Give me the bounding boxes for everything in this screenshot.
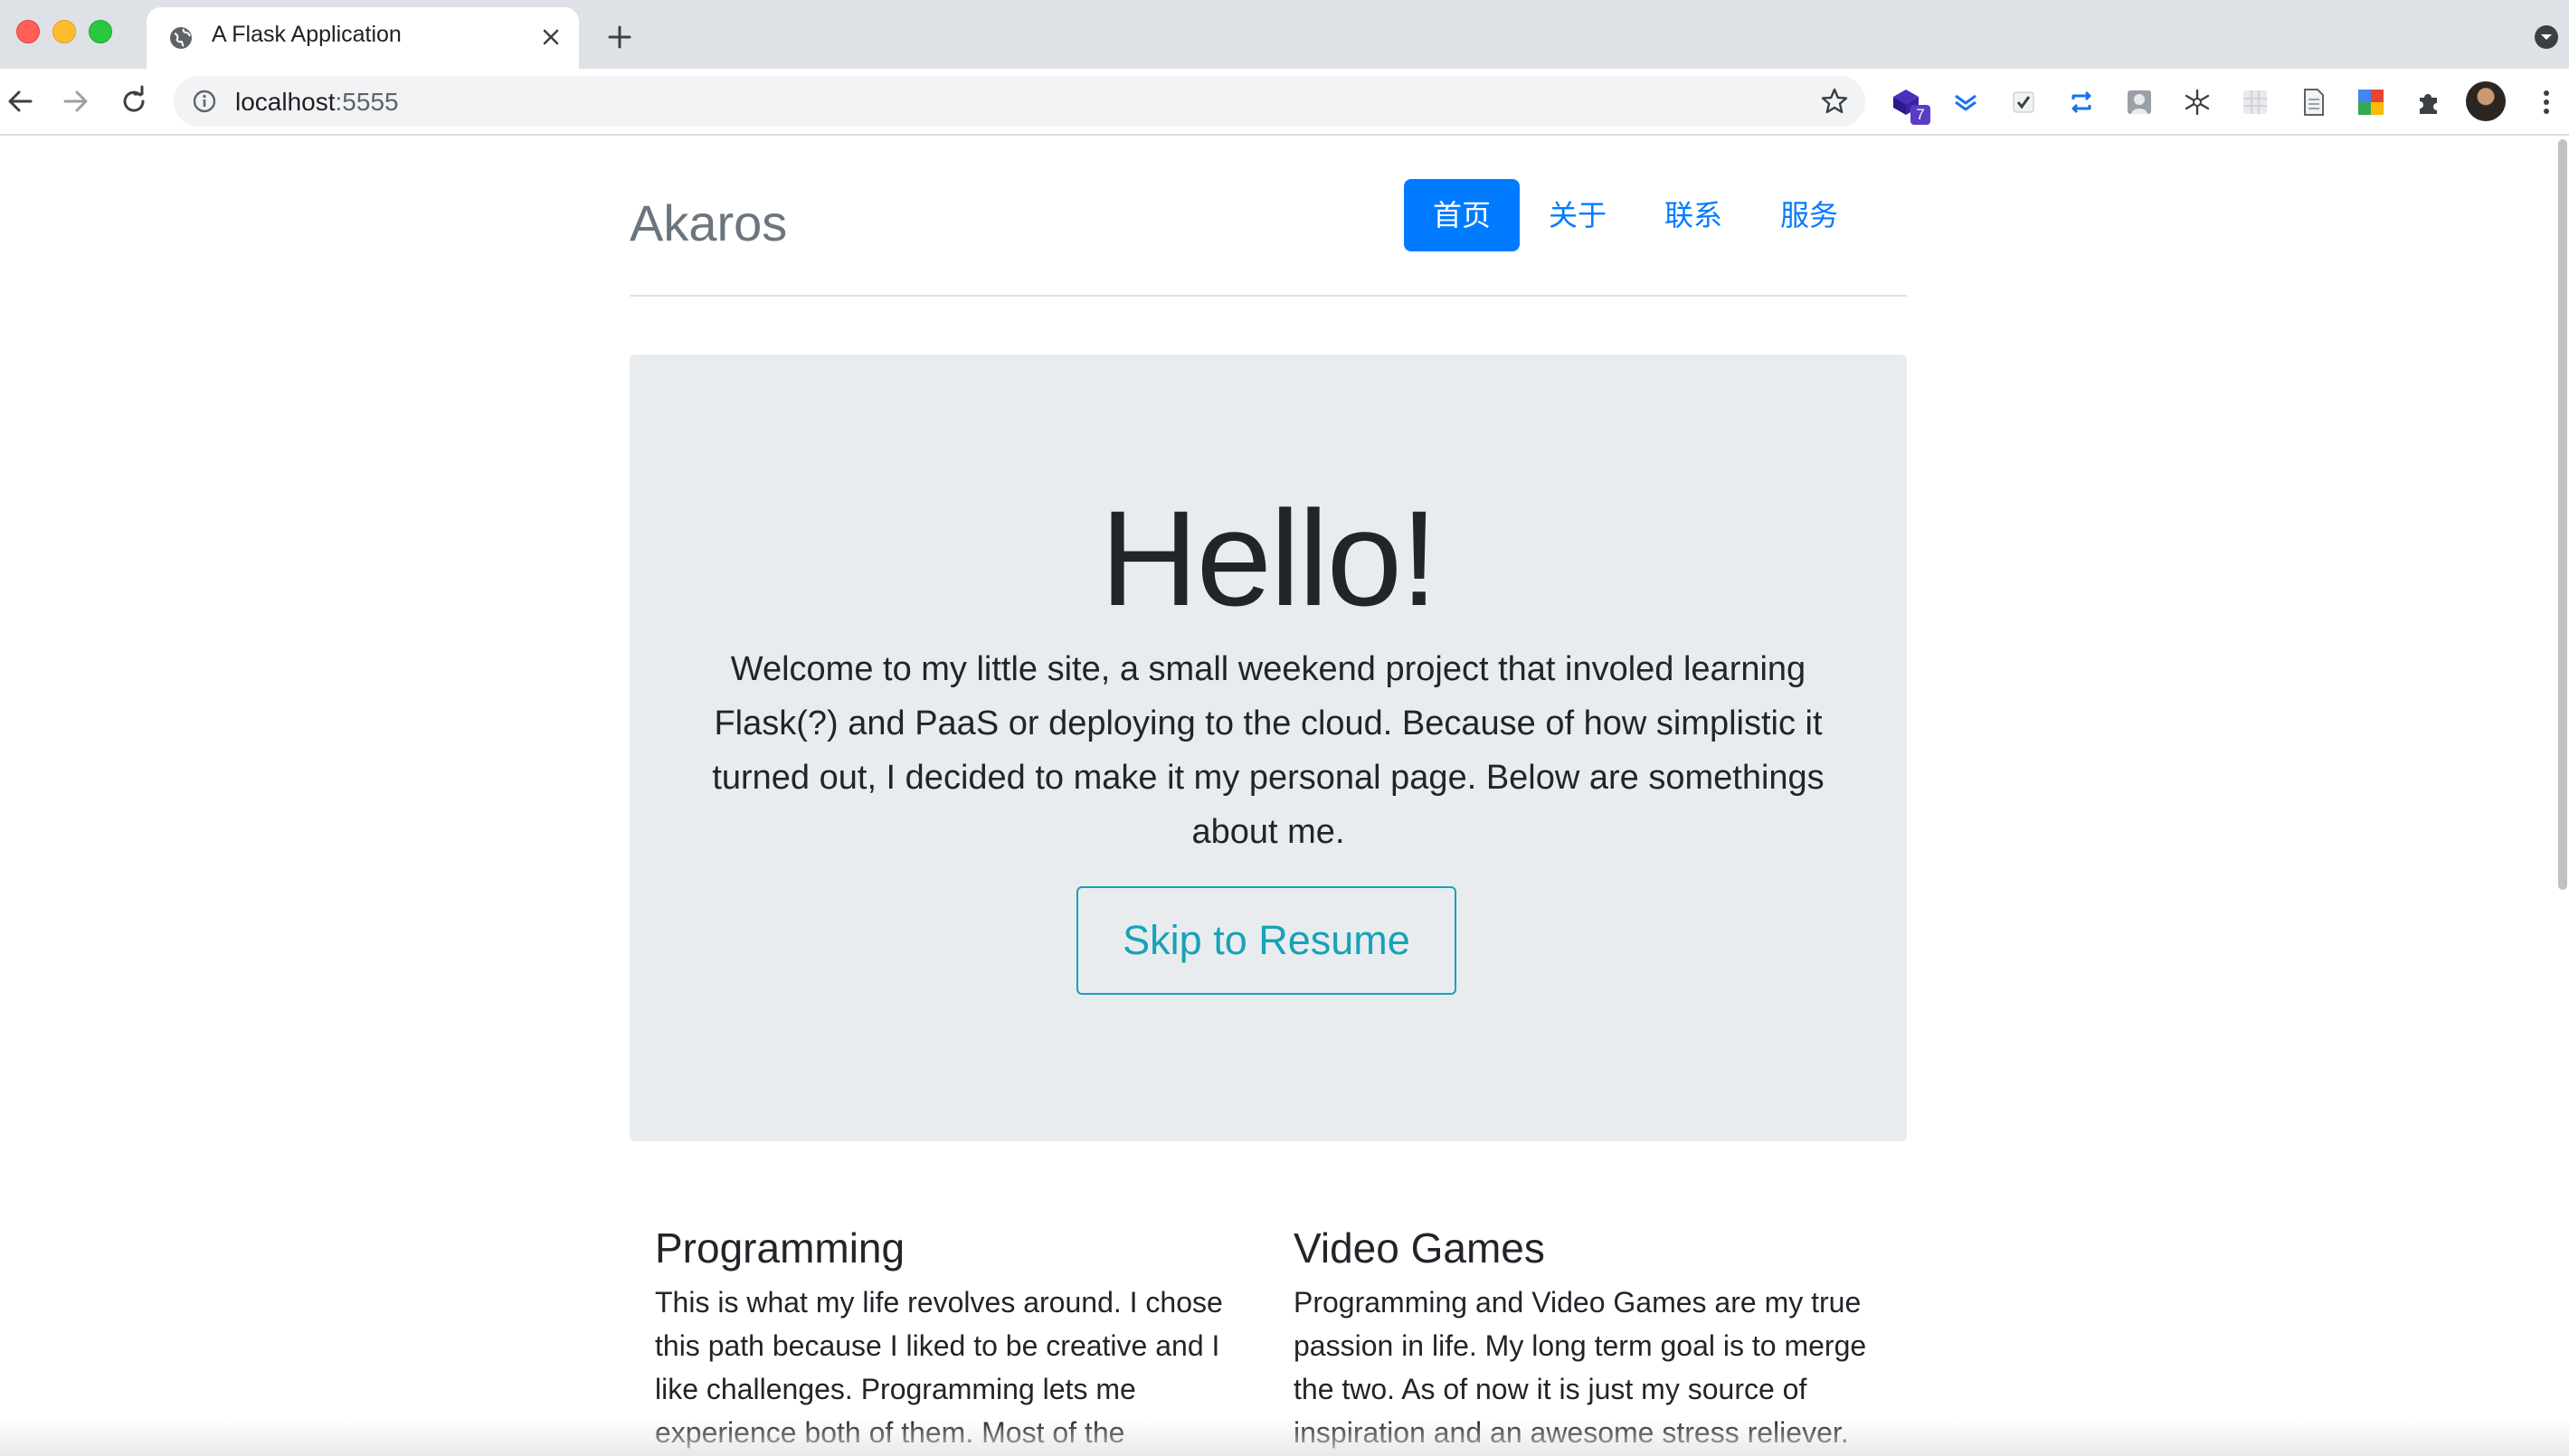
browser-tab[interactable]: A Flask Application [147, 7, 579, 69]
nav-item-services[interactable]: 服务 [1751, 179, 1867, 251]
extension-check-icon[interactable] [2008, 87, 2039, 118]
extension-document-icon[interactable] [2298, 87, 2328, 118]
bookmark-star-icon[interactable] [1820, 87, 1849, 116]
browser-toolbar: localhost:5555 7 [0, 69, 2569, 136]
extension-layers-icon[interactable] [1950, 87, 1981, 118]
nav-item-home[interactable]: 首页 [1404, 179, 1520, 251]
section-title: Video Games [1294, 1224, 1545, 1272]
url-port: :5555 [335, 88, 399, 116]
skip-to-resume-button[interactable]: Skip to Resume [1076, 886, 1456, 995]
new-tab-icon[interactable] [604, 22, 635, 52]
url-host: localhost [235, 88, 336, 116]
more-menu-icon[interactable] [2533, 87, 2560, 118]
profile-avatar[interactable] [2466, 81, 2506, 121]
hero-text: Welcome to my little site, a small weeke… [712, 650, 1825, 851]
main-container: Akaros 首页 关于 联系 服务 Hello! Welcome to my … [630, 136, 1907, 1456]
extension-portrait-icon[interactable] [2124, 87, 2155, 118]
hero-jumbotron: Hello! Welcome to my little site, a smal… [630, 355, 1907, 1141]
tab-search-icon[interactable] [2533, 24, 2560, 51]
extension-grid-icon[interactable] [2240, 87, 2270, 118]
globe-icon [170, 27, 192, 49]
bottom-edge-shadow [0, 1420, 2569, 1456]
header-divider [630, 295, 1907, 297]
hero-heading: Hello! [1100, 482, 1438, 634]
extension-snowflake-icon[interactable] [2182, 87, 2213, 118]
back-icon[interactable] [4, 85, 36, 118]
window-close-button[interactable] [16, 20, 40, 43]
site-nav: 首页 关于 联系 服务 [1404, 179, 1907, 251]
url-text[interactable]: localhost:5555 [235, 88, 399, 117]
page-content: Akaros 首页 关于 联系 服务 Hello! Welcome to my … [0, 136, 2569, 1456]
reload-icon[interactable] [118, 85, 150, 118]
extension-google-icon[interactable] [2356, 87, 2386, 118]
window-maximize-button[interactable] [89, 20, 112, 43]
extension-repeat-icon[interactable] [2066, 87, 2097, 118]
site-brand[interactable]: Akaros [630, 194, 787, 252]
window-minimize-button[interactable] [52, 20, 76, 43]
address-bar[interactable]: localhost:5555 [174, 76, 1865, 127]
browser-tabstrip: A Flask Application [0, 0, 2569, 69]
extensions-puzzle-icon[interactable] [2413, 87, 2444, 118]
forward-icon[interactable] [60, 85, 92, 118]
site-info-icon[interactable] [192, 89, 217, 114]
nav-item-contact[interactable]: 联系 [1635, 179, 1751, 251]
close-tab-icon[interactable] [537, 24, 564, 51]
section-title: Programming [655, 1224, 905, 1272]
extension-badge: 7 [1910, 105, 1930, 125]
tab-title: A Flask Application [212, 22, 402, 47]
nav-item-about[interactable]: 关于 [1520, 179, 1635, 251]
